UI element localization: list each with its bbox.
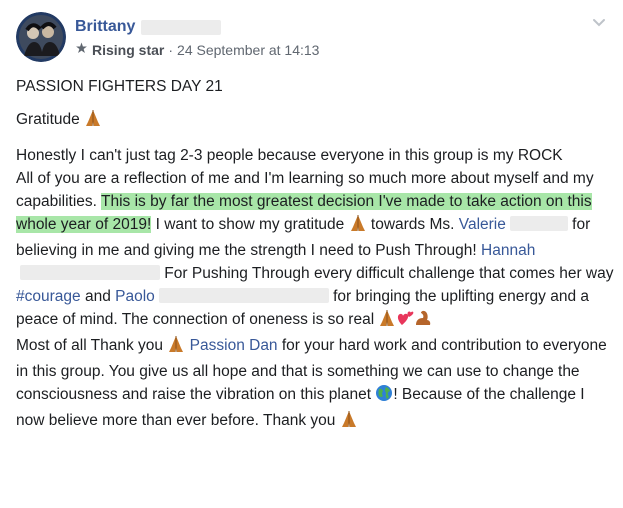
mention-redaction [158, 288, 329, 303]
praying-hands-emoji [167, 335, 185, 360]
meta-separator: · [168, 42, 174, 58]
mention-passion-dan[interactable]: Passion Dan [190, 337, 278, 354]
praying-hands-emoji [378, 309, 396, 334]
author-row: Brittany [75, 17, 222, 37]
post-meta: Rising star · 24 September at 14:13 [75, 42, 319, 58]
author-name[interactable]: Brittany [75, 18, 135, 36]
mention-valerie[interactable]: Valerie [459, 216, 506, 233]
paragraph-rock: Honestly I can't just tag 2-3 people bec… [16, 147, 563, 164]
avatar[interactable] [16, 12, 66, 62]
mention-paolo[interactable]: Paolo [115, 288, 155, 305]
chevron-down-icon[interactable] [589, 12, 609, 32]
praying-hands-emoji [349, 214, 367, 239]
flexed-bicep-emoji [414, 309, 432, 334]
facebook-post: Brittany Rising star · 24 September at 1… [0, 0, 623, 508]
badge-label[interactable]: Rising star [92, 42, 164, 58]
post-timestamp[interactable]: 24 September at 14:13 [177, 42, 319, 58]
praying-hands-emoji [84, 109, 102, 134]
mention-redaction [20, 265, 160, 280]
mention-redaction [509, 216, 568, 231]
star-badge-icon [75, 42, 88, 58]
post-body: PASSION FIGHTERS DAY 21 Gratitude Honest… [16, 75, 614, 435]
gratitude-line: Gratitude [16, 108, 614, 134]
avatar-image [16, 12, 66, 62]
globe-emoji [375, 384, 393, 409]
praying-hands-emoji [340, 410, 358, 435]
two-hearts-emoji [396, 309, 414, 334]
hashtag-courage[interactable]: #courage [16, 288, 81, 305]
mention-hannah[interactable]: Hannah [481, 242, 535, 259]
paragraph-main: All of you are a reflection of me and I'… [16, 167, 614, 435]
post-title: PASSION FIGHTERS DAY 21 [16, 78, 223, 95]
name-redaction [141, 19, 222, 35]
